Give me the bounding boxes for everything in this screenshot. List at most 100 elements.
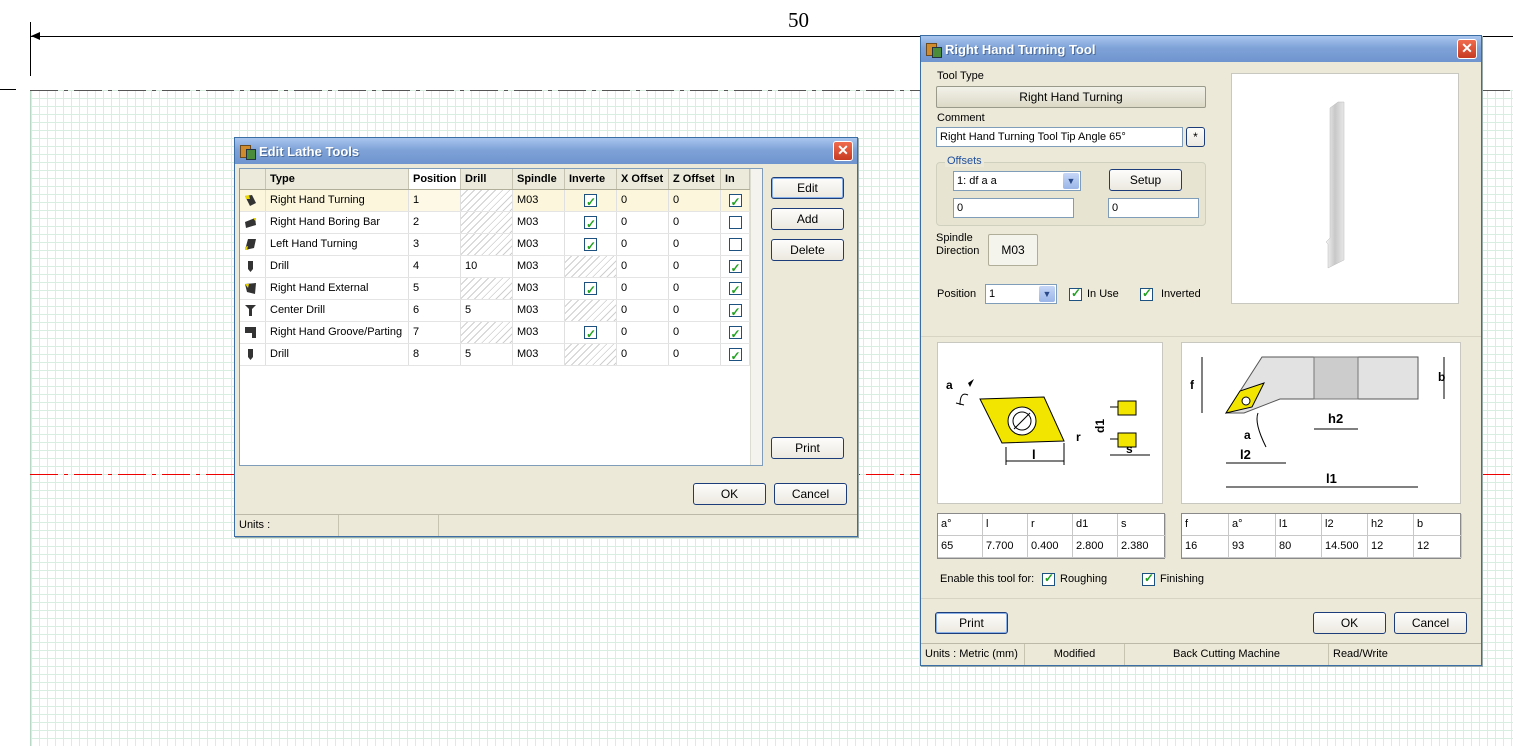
cell-drill[interactable] [461,322,513,343]
in-use-checkbox[interactable] [728,346,742,365]
column-header-in-use[interactable]: In [721,169,750,189]
cell-z-offset[interactable]: 0 [669,322,721,343]
cell-position[interactable]: 2 [409,212,461,233]
cell-x-offset[interactable]: 0 [617,212,669,233]
cell-x-offset[interactable]: 0 [617,344,669,365]
cell-spindle[interactable]: M03 [513,300,565,321]
cell-spindle[interactable]: M03 [513,212,565,233]
cancel-button[interactable]: Cancel [1394,612,1467,634]
delete-button[interactable]: Delete [771,239,844,261]
column-header-position[interactable]: Position [409,169,461,189]
position-select[interactable]: 1 ▼ [985,284,1057,304]
cell-type[interactable]: Drill [266,344,409,365]
cell-spindle[interactable]: M03 [513,344,565,365]
cell-z-offset[interactable]: 0 [669,300,721,321]
setup-button[interactable]: Setup [1109,169,1182,191]
table-scrollbar[interactable] [750,169,762,465]
ok-button[interactable]: OK [693,483,766,505]
holder-table-value[interactable]: 12 [1368,536,1414,558]
spindle-direction-button[interactable]: M03 [988,234,1038,266]
column-header-type[interactable]: Type [266,169,409,189]
cell-position[interactable]: 8 [409,344,461,365]
in-use-checkbox[interactable] [728,215,742,229]
titlebar[interactable]: Edit Lathe Tools ✕ [235,138,857,164]
cell-drill[interactable]: 5 [461,300,513,321]
cell-type[interactable]: Right Hand External [266,278,409,299]
roughing-checkbox[interactable] [1042,571,1055,586]
cell-x-offset[interactable]: 0 [617,278,669,299]
table-row[interactable]: Left Hand Turning3 M03 00 [240,234,750,256]
cell-type[interactable]: Right Hand Groove/Parting [266,322,409,343]
table-row[interactable]: Center Drill 6 5 M03 0 0 [240,300,750,322]
cell-z-offset[interactable]: 0 [669,256,721,277]
add-button[interactable]: Add [771,208,844,230]
cell-x-offset[interactable]: 0 [617,190,669,211]
cell-z-offset[interactable]: 0 [669,234,721,255]
holder-table-value[interactable]: 80 [1276,536,1322,558]
comment-input[interactable]: Right Hand Turning Tool Tip Angle 65° [936,127,1183,147]
column-header-z-offset[interactable]: Z Offset [669,169,721,189]
cell-spindle[interactable]: M03 [513,256,565,277]
cell-drill[interactable] [461,190,513,211]
column-header-inverted[interactable]: Inverte [565,169,617,189]
table-row[interactable]: Drill 8 5 M03 0 0 [240,344,750,366]
cell-z-offset[interactable]: 0 [669,212,721,233]
cell-type[interactable]: Right Hand Turning [266,190,409,211]
cell-x-offset[interactable]: 0 [617,256,669,277]
titlebar[interactable]: Right Hand Turning Tool ✕ [921,36,1481,62]
cell-type[interactable]: Right Hand Boring Bar [266,212,409,233]
table-row[interactable]: Right Hand Boring Bar2 M03 00 [240,212,750,234]
tool-type-button[interactable]: Right Hand Turning [936,86,1206,108]
cell-spindle[interactable]: M03 [513,190,565,211]
cell-drill[interactable] [461,212,513,233]
cell-position[interactable]: 4 [409,256,461,277]
table-row[interactable]: Right Hand Groove/Parting7 M03 00 [240,322,750,344]
cell-position[interactable]: 5 [409,278,461,299]
inverted-checkbox[interactable] [584,236,597,255]
offset-z-input[interactable]: 0 [1108,198,1199,218]
cell-type[interactable]: Center Drill [266,300,409,321]
cell-z-offset[interactable]: 0 [669,344,721,365]
inverted-checkbox[interactable] [584,214,597,233]
inverted-checkbox[interactable] [584,192,597,211]
cell-spindle[interactable]: M03 [513,278,565,299]
holder-table-value[interactable]: 14.500 [1322,536,1368,558]
in-use-checkbox[interactable] [1069,286,1082,301]
cell-type[interactable]: Left Hand Turning [266,234,409,255]
close-button[interactable]: ✕ [1457,39,1477,59]
cell-drill[interactable] [461,234,513,255]
in-use-checkbox[interactable] [728,258,742,277]
cell-drill[interactable]: 5 [461,344,513,365]
holder-table-value[interactable]: 93 [1229,536,1276,558]
cell-x-offset[interactable]: 0 [617,300,669,321]
cell-position[interactable]: 3 [409,234,461,255]
insert-table-value[interactable]: 0.400 [1028,536,1073,558]
offset-select[interactable]: 1: df a a ▼ [953,171,1081,191]
cell-drill[interactable]: 10 [461,256,513,277]
cell-spindle[interactable]: M03 [513,322,565,343]
insert-table-value[interactable]: 2.380 [1118,536,1166,558]
cell-drill[interactable] [461,278,513,299]
in-use-checkbox[interactable] [728,302,742,321]
finishing-checkbox[interactable] [1142,571,1155,586]
column-header-drill[interactable]: Drill [461,169,513,189]
insert-table-value[interactable]: 2.800 [1073,536,1118,558]
cell-x-offset[interactable]: 0 [617,234,669,255]
offset-x-input[interactable]: 0 [953,198,1074,218]
close-button[interactable]: ✕ [833,141,853,161]
table-row[interactable]: Right Hand External5 M03 00 [240,278,750,300]
insert-table-value[interactable]: 7.700 [983,536,1028,558]
in-use-checkbox[interactable] [728,280,742,299]
print-button[interactable]: Print [935,612,1008,634]
comment-picker-button[interactable]: * [1186,127,1205,147]
table-row[interactable]: Drill 4 10 M03 0 0 [240,256,750,278]
column-header-x-offset[interactable]: X Offset [617,169,669,189]
ok-button[interactable]: OK [1313,612,1386,634]
print-button[interactable]: Print [771,437,844,459]
holder-table-value[interactable]: 12 [1414,536,1462,558]
cell-x-offset[interactable]: 0 [617,322,669,343]
inverted-checkbox[interactable] [584,280,597,299]
cell-type[interactable]: Drill [266,256,409,277]
cell-spindle[interactable]: M03 [513,234,565,255]
in-use-checkbox[interactable] [728,324,742,343]
